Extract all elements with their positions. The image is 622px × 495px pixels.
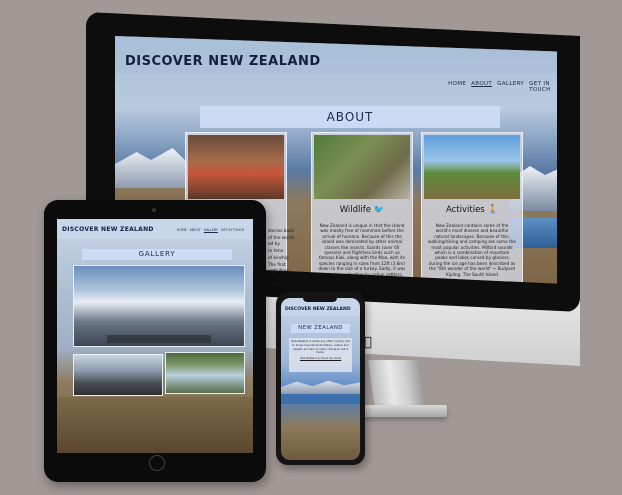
nav-gallery[interactable]: GALLERY [204, 228, 218, 232]
nav-home[interactable]: HOME [177, 228, 187, 232]
hiker-photo [424, 135, 520, 199]
main-nav: HOME ABOUT GALLERY GET IN TOUCH [448, 81, 557, 93]
kea-parrot-photo [314, 135, 410, 199]
site-title[interactable]: DISCOVER NEW ZEALAND [125, 54, 321, 69]
site-title[interactable]: DISCOVER NEW ZEALAND [62, 226, 154, 233]
card-body: New Zealand contains some of the world's… [428, 223, 516, 277]
main-nav: HOME ABOUT GALLERY GET IN TOUCH [177, 228, 244, 232]
activities-card: Activities 🚶 New Zealand contains some o… [421, 132, 523, 284]
section-title: ABOUT [200, 106, 500, 128]
culture-text-line: ught New [268, 269, 289, 275]
maori-haka-photo [188, 135, 284, 199]
card-title: Activities 🚶 [445, 205, 499, 215]
nav-about[interactable]: ABOUT [471, 81, 492, 93]
gallery-thumbnail[interactable] [165, 352, 245, 394]
culture-text-line: of kinship [268, 255, 289, 261]
culture-text-line: or Abel [268, 275, 284, 281]
culture-card-text: stories back of the world. ed by re time… [268, 229, 306, 289]
nav-gallery[interactable]: GALLERY [497, 81, 524, 93]
apple-logo-icon:  [364, 336, 372, 349]
gallery-thumbnail[interactable] [73, 354, 163, 396]
imac-stand-base [352, 405, 447, 417]
card-title: Wildlife 🐦 [339, 205, 385, 215]
culture-text-line: stories back [268, 229, 294, 234]
intro-link[interactable]: Visit Zealand & chuck my home [291, 357, 350, 361]
card-body: New Zealand is unique in that the island… [318, 223, 406, 277]
iphone-notch [303, 296, 337, 302]
section-title: GALLERY [82, 249, 232, 260]
gallery-caption [107, 335, 211, 343]
nav-get-in-touch[interactable]: GET IN TOUCH [221, 228, 244, 232]
nav-get-in-touch[interactable]: GET IN TOUCH [529, 81, 557, 93]
iphone-screen: DISCOVER NEW ZEALAND NEW ZEALAND New Zea… [281, 298, 360, 460]
field-background [57, 397, 253, 453]
site-title[interactable]: DISCOVER NEW ZEALAND [285, 307, 351, 312]
kiwi-icon: 🐦 [373, 205, 385, 215]
ipad-camera [152, 208, 156, 212]
ipad-home-button[interactable] [149, 455, 165, 471]
culture-text-line: re time [268, 249, 284, 255]
ipad-screen: DISCOVER NEW ZEALAND HOME ABOUT GALLERY … [57, 219, 253, 453]
intro-text: New Zealand is unlike any other country.… [291, 340, 350, 355]
lake-background [281, 394, 360, 404]
hiker-icon: 🚶 [487, 205, 499, 215]
mountain-background [115, 148, 187, 188]
nav-about[interactable]: ABOUT [190, 228, 201, 232]
nav-home[interactable]: HOME [448, 81, 466, 93]
culture-text-line: it was [268, 282, 281, 288]
wildlife-card: Wildlife 🐦 New Zealand is unique in that… [311, 132, 413, 284]
intro-card: New Zealand is unlike any other country.… [289, 338, 352, 372]
section-title: NEW ZEALAND [291, 324, 350, 333]
